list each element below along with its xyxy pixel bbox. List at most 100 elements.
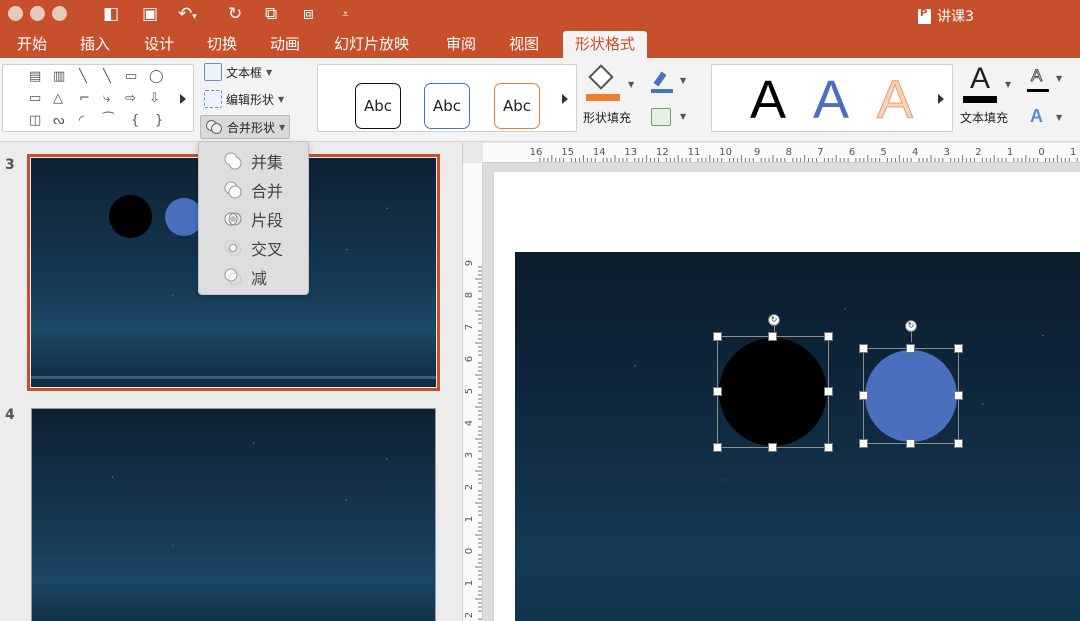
styles-gallery-more-icon[interactable] [562, 94, 568, 104]
resize-handle-se[interactable] [954, 439, 963, 448]
wordart-style-blue[interactable]: A [813, 73, 849, 127]
shape-fill-dropdown-icon[interactable]: ▼ [628, 80, 634, 89]
tab-slide-show[interactable]: 幻灯片放映 [334, 35, 409, 54]
rectangle-shape-icon[interactable]: ▭ [125, 70, 137, 84]
resize-handle-se[interactable] [824, 443, 833, 452]
slide-editor-canvas[interactable]: ↻ ↻ [483, 163, 1080, 621]
rotate-handle[interactable]: ↻ [905, 320, 917, 332]
resize-handle-sw[interactable] [859, 439, 868, 448]
redo-icon[interactable]: ↻ [228, 4, 242, 24]
tab-insert[interactable]: 插入 [80, 35, 110, 54]
resize-handle-w[interactable] [859, 391, 868, 400]
horizontal-ruler[interactable]: 16 15 14 13 12 11 10 9 8 7 6 5 4 3 2 1 0 1 [483, 143, 1080, 163]
customize-icon[interactable]: ⩡ [342, 4, 349, 24]
oval-shape-icon[interactable]: ◯ [149, 70, 164, 84]
resize-handle-ne[interactable] [954, 344, 963, 353]
text-fill-label[interactable]: 文本填充 [960, 109, 1008, 126]
shape-style-3[interactable]: Abc [494, 83, 540, 129]
rounded-rectangle-shape-icon[interactable]: ▭ [29, 92, 41, 106]
wordart-styles-gallery[interactable]: A A A [711, 64, 953, 132]
insert-shapes-gallery[interactable]: ▤ ▥ ╲ ╲ ▭ ◯ ▭ △ ⌐ ⤷ ⇨ ⇩ ◫ ᔓ ◜ ⁀ { } [2, 64, 194, 132]
shape-styles-gallery[interactable]: Abc Abc Abc [317, 64, 577, 132]
down-arrow-shape-icon[interactable]: ⇩ [149, 92, 160, 106]
zoom-window-button[interactable] [52, 6, 67, 21]
blue-circle-selection[interactable]: ↻ [859, 320, 963, 448]
right-brace-shape-icon[interactable]: } [155, 114, 163, 128]
vertical-ruler[interactable]: 9 8 7 6 5 4 3 2 1 0 1 2 [463, 163, 483, 621]
shapes-gallery-more-icon[interactable] [180, 94, 186, 104]
menu-item-combine[interactable]: 合并 [199, 175, 308, 204]
menu-item-intersect[interactable]: 交叉 [199, 233, 308, 262]
arrow-line-shape-icon[interactable]: ╲ [103, 70, 111, 84]
arc-shape-icon[interactable]: ◜ [79, 114, 84, 128]
resize-handle-e[interactable] [824, 387, 833, 396]
text-effects-dropdown-icon[interactable]: ▼ [1056, 113, 1062, 122]
close-window-button[interactable] [8, 6, 23, 21]
resize-handle-n[interactable] [906, 344, 915, 353]
text-effects-icon[interactable]: A [1030, 106, 1043, 127]
shape-fill-icon[interactable] [586, 64, 622, 102]
wordart-gallery-more-icon[interactable] [938, 94, 944, 104]
resize-handle-n[interactable] [768, 332, 777, 341]
menu-item-fragment[interactable]: 片段 [199, 204, 308, 233]
resize-handle-sw[interactable] [713, 443, 722, 452]
wordart-style-orange[interactable]: A [876, 73, 913, 128]
slide-thumbnail-4[interactable] [31, 408, 436, 621]
triangle-shape-icon[interactable]: △ [53, 92, 63, 106]
vertical-text-shape-icon[interactable]: ▥ [53, 70, 65, 84]
paste-icon[interactable]: ⧈ [303, 4, 314, 24]
text-fill-icon[interactable]: A [963, 62, 999, 104]
tab-review[interactable]: 审阅 [446, 35, 476, 54]
shape-effects-icon[interactable] [651, 108, 671, 126]
ruler-label: 9 [754, 147, 760, 158]
minimize-window-button[interactable] [30, 6, 45, 21]
resize-handle-nw[interactable] [713, 332, 722, 341]
blue-circle[interactable] [865, 350, 957, 442]
black-circle[interactable] [719, 338, 827, 446]
copy-icon[interactable]: ⧉ [265, 4, 277, 24]
freeform-shape-icon[interactable]: ᔓ [53, 114, 65, 128]
union-icon [224, 152, 242, 169]
undo-icon[interactable]: ↶▾ [178, 4, 197, 27]
elbow-arrow-shape-icon[interactable]: ⤷ [103, 92, 110, 106]
save-icon[interactable]: ▣ [142, 4, 158, 24]
tab-transitions[interactable]: 切换 [207, 35, 237, 54]
shape-outline-icon[interactable] [651, 71, 673, 94]
tab-view[interactable]: 视图 [509, 35, 539, 54]
resize-handle-nw[interactable] [859, 344, 868, 353]
resize-handle-w[interactable] [713, 387, 722, 396]
slide-3-canvas[interactable]: ↻ ↻ [515, 252, 1080, 621]
text-box-shape-icon[interactable]: ▤ [29, 70, 41, 84]
shape-style-2[interactable]: Abc [424, 83, 470, 129]
shape-effects-dropdown-icon[interactable]: ▼ [680, 112, 686, 121]
shape-outline-dropdown-icon[interactable]: ▼ [680, 76, 686, 85]
sidebar-toggle-icon[interactable]: ◧ [103, 4, 119, 24]
text-outline-dropdown-icon[interactable]: ▼ [1056, 74, 1062, 83]
curve-shape-icon[interactable]: ⁀ [103, 114, 113, 128]
menu-item-union[interactable]: 并集 [199, 146, 308, 175]
text-box-button[interactable]: 文本框 ▼ [204, 61, 272, 83]
resize-handle-ne[interactable] [824, 332, 833, 341]
left-brace-shape-icon[interactable]: { [131, 114, 139, 128]
tab-home[interactable]: 开始 [17, 35, 47, 54]
shape-style-1[interactable]: Abc [355, 83, 401, 129]
black-circle-selection[interactable]: ↻ [713, 312, 833, 452]
right-arrow-shape-icon[interactable]: ⇨ [125, 92, 136, 106]
resize-handle-s[interactable] [906, 439, 915, 448]
menu-item-subtract[interactable]: 减 [199, 262, 308, 291]
folded-corner-shape-icon[interactable]: ◫ [29, 114, 41, 128]
rotate-handle[interactable]: ↻ [768, 314, 780, 326]
tab-design[interactable]: 设计 [144, 35, 174, 54]
text-fill-dropdown-icon[interactable]: ▼ [1005, 80, 1011, 89]
line-shape-icon[interactable]: ╲ [79, 70, 87, 84]
tab-animations[interactable]: 动画 [270, 35, 300, 54]
resize-handle-e[interactable] [954, 391, 963, 400]
merge-shapes-button[interactable]: 合并形状 ▼ [200, 115, 291, 139]
wordart-style-black[interactable]: A [750, 73, 786, 127]
edit-shape-button[interactable]: 编辑形状 ▼ [204, 88, 284, 110]
text-outline-icon[interactable]: A [1027, 66, 1049, 94]
tab-shape-format[interactable]: 形状格式 [563, 31, 648, 58]
elbow-connector-shape-icon[interactable]: ⌐ [79, 92, 90, 106]
resize-handle-s[interactable] [768, 443, 777, 452]
shape-fill-label[interactable]: 形状填充 [583, 109, 631, 126]
